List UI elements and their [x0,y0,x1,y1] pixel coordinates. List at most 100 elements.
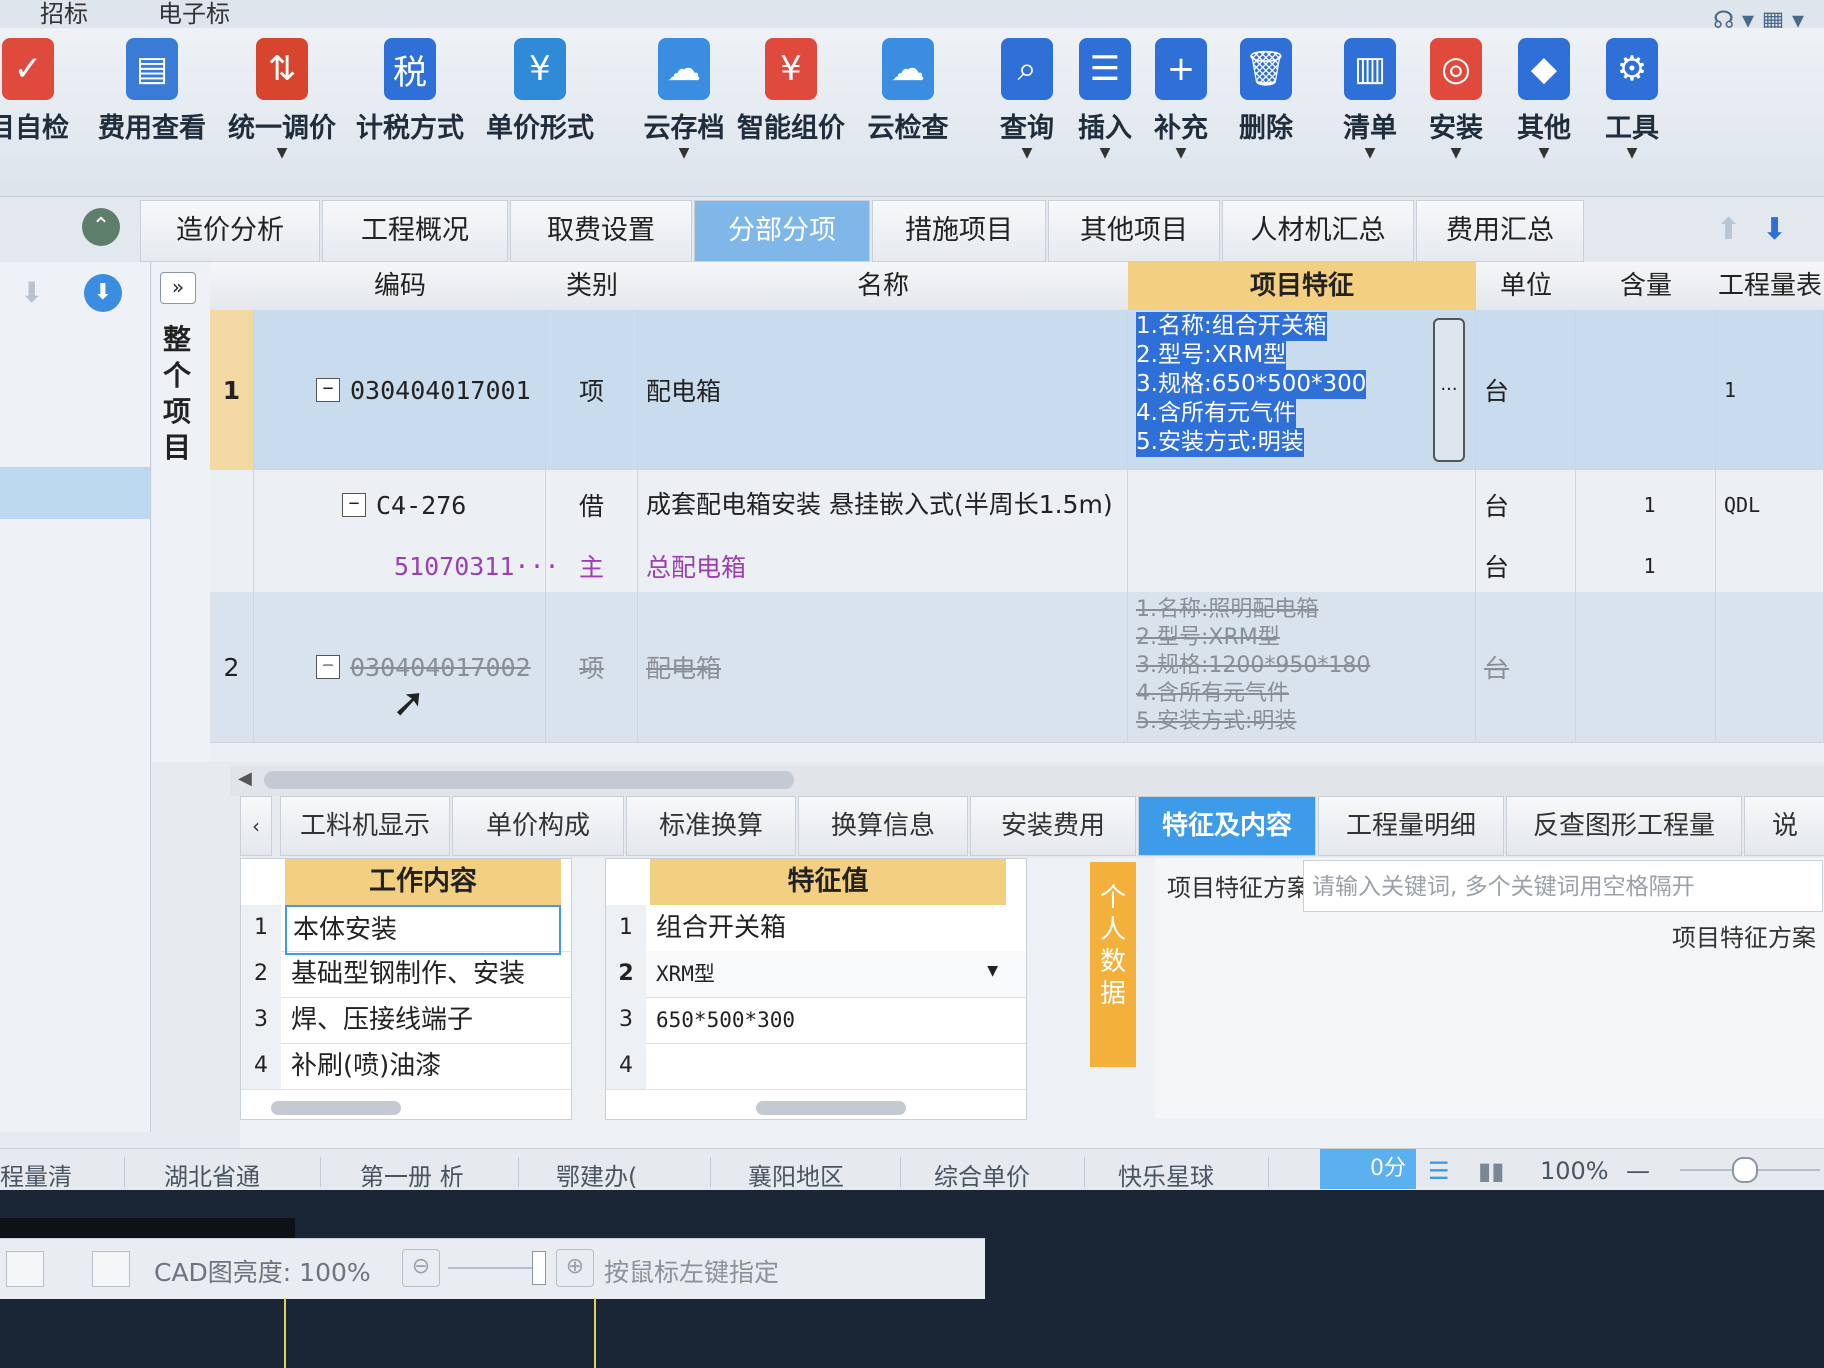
unit-column-header[interactable]: 单位 [1476,262,1577,311]
feature-column-header[interactable]: 项目特征 [1128,262,1477,311]
table-row[interactable]: 1 −030404017001 项 配电箱 1.名称:组合开关箱 2.型号:XR… [210,310,1824,471]
tab-project-overview[interactable]: 工程概况 [322,200,508,262]
material-type: 主 [546,540,638,592]
tab-install-fee[interactable]: 安装费用 [970,796,1136,856]
whole-project-label[interactable]: 整个项目 [162,322,192,466]
zoom-slider-handle[interactable] [1732,1157,1758,1183]
work-content-table: 工作内容 1 本体安装 2 基础型钢制作、安装 3 焊、压接线端子 4 补刷(喷)油漆 [240,858,572,1120]
list-item[interactable]: 2 XRM型 ▼ [606,951,1026,998]
tab-quantity-detail[interactable]: 工程量明细 [1318,796,1504,856]
tab-reverse-lookup[interactable]: 反查图形工程量 [1506,796,1742,856]
trash-icon: 🗑 [1240,38,1292,100]
list-item[interactable]: 1 本体安装 [241,905,571,955]
table-row[interactable]: − C4-276 借 成套配电箱安装 悬挂嵌入式(半周长1.5m) 台 1 QDL [210,470,1824,541]
quota-code: C4-276 [376,490,467,520]
window-icon[interactable] [6,1251,44,1287]
cloud-save-button[interactable]: ☁ 云存档 ▼ [636,38,732,161]
tab-measures[interactable]: 措施项目 [872,200,1046,262]
tab-cost-summary[interactable]: 费用汇总 [1416,200,1584,262]
expand-icon[interactable]: » [160,272,196,304]
tab-fee-settings[interactable]: 取费设置 [510,200,692,262]
tab-sub-items[interactable]: 分部分项 [694,200,870,262]
tab-other-items[interactable]: 其他项目 [1048,200,1220,262]
self-check-button[interactable]: ✓ 目自检 [0,38,69,145]
list-view-icon[interactable]: ☰ [1428,1157,1450,1185]
scheme-search-input[interactable]: 请输入关键词, 多个关键词用空格隔开 [1303,860,1823,912]
install-button[interactable]: ◎ 安装 ▼ [1418,38,1494,161]
feature-cell[interactable]: 1.名称:照明配电箱 2.型号:XRM型 3.规格:1200*950*180 4.含所… [1128,592,1476,742]
name-column-header[interactable]: 名称 [638,262,1129,311]
move-up-icon[interactable]: ⬆ [1716,212,1741,247]
work-content-scrollbar[interactable] [271,1101,401,1115]
list-item[interactable]: 4 [606,1043,1026,1090]
collapse-icon[interactable]: − [316,378,340,402]
tab-unit-price-composition[interactable]: 单价构成 [452,796,624,856]
tab-conversion-info[interactable]: 换算信息 [798,796,968,856]
list-item[interactable]: 1 组合开关箱 [606,905,1026,952]
tax-method-button[interactable]: 税计税方式 [350,38,470,145]
other-button[interactable]: ◆ 其他 ▼ [1506,38,1582,161]
quota-quantity[interactable]: 1 [1576,470,1716,540]
left-navigation: ⬇ ⬇ [0,262,151,1132]
tab-cost-analysis[interactable]: 造价分析 [140,200,320,262]
split-view-icon[interactable]: ▮▮ [1478,1157,1504,1185]
mouse-cursor-icon: ➚ [392,680,426,726]
scroll-left-icon[interactable]: ◀ [238,768,252,789]
collapse-icon[interactable]: − [316,655,340,679]
feature-cell[interactable]: 1.名称:组合开关箱 2.型号:XRM型 3.规格:650*500*300 4.… [1128,310,1476,470]
brightness-increase-icon[interactable]: ⊕ [556,1249,594,1287]
grid-horizontal-scrollbar[interactable]: ◀ [230,766,1824,796]
more-button[interactable]: ··· [1433,318,1465,462]
unit-price-form-button[interactable]: ¥ 单价形式 [478,38,602,145]
feature-value-scrollbar[interactable] [756,1101,906,1115]
list-item[interactable]: 2 基础型钢制作、安装 [241,951,571,998]
delete-button[interactable]: 🗑 删除 [1228,38,1304,145]
quantity-column-header[interactable]: 含量 [1576,262,1717,311]
zoom-out-icon[interactable]: — [1626,1157,1650,1185]
list-item[interactable]: 3 焊、压接线端子 [241,997,571,1044]
quota-name: 成套配电箱安装 悬挂嵌入式(半周长1.5m) [638,470,1128,540]
cost-view-button[interactable]: ▤ 费用查看 [92,38,212,145]
query-button[interactable]: ⌕ 查询 ▼ [992,38,1062,161]
code-column-header[interactable]: 编码 [254,262,547,311]
cloud-check-button[interactable]: ☁ 云检查 [860,38,956,145]
tabs-scroll-left-icon[interactable]: ‹ [240,796,272,856]
type-column-header[interactable]: 类别 [546,262,639,311]
tab-instructions[interactable]: 说 [1744,796,1824,856]
item-expression[interactable]: 1 [1716,310,1824,470]
menu-item-electronic-bid[interactable]: 电子标 [158,0,230,29]
score-badge[interactable]: 0分 [1320,1149,1416,1189]
arrow-down-icon[interactable]: ⬇ [20,276,43,309]
table-row[interactable]: 51070311··· 主 总配电箱 台 1 [210,540,1824,593]
tab-labor-material-display[interactable]: 工料机显示 [280,796,450,856]
bill-list-button[interactable]: ▥ 清单 ▼ [1332,38,1408,161]
smart-pricing-button[interactable]: ¥ 智能组价 [734,38,848,145]
download-icon[interactable]: ⬇ [84,274,122,312]
move-down-icon[interactable]: ⬇ [1762,212,1787,247]
menu-item-bid[interactable]: 招标 [40,0,88,29]
dropdown-arrow-icon[interactable]: ▼ [987,963,998,979]
brightness-decrease-icon[interactable]: ⊖ [402,1249,440,1287]
unified-price-button[interactable]: ⇅ 统一调价 ▼ [222,38,342,161]
selected-tree-node[interactable] [0,467,150,519]
tab-labor-material-summary[interactable]: 人材机汇总 [1222,200,1414,262]
material-quantity[interactable]: 1 [1576,540,1716,592]
tab-features-content[interactable]: 特征及内容 [1138,796,1316,856]
list-item[interactable]: 3 650*500*300 [606,997,1026,1044]
list-item[interactable]: 4 补刷(喷)油漆 [241,1043,571,1090]
brightness-slider[interactable] [448,1267,538,1269]
app-window: 招标 电子标 ☊ ▾ ▦ ▾ ✓ 目自检 ▤ 费用查看 ⇅ 统一调价 ▼ 税计税方式 ¥… [0,0,1824,1190]
tools-button[interactable]: ⚙ 工具 ▼ [1594,38,1670,161]
collapse-icon[interactable]: − [342,493,366,517]
curve-icon[interactable] [92,1251,130,1287]
insert-button[interactable]: ☰ 插入 ▼ [1070,38,1140,161]
personal-data-tab[interactable]: 个人数据 [1090,862,1136,1067]
supplement-button[interactable]: + 补充 ▼ [1146,38,1216,161]
scrollbar-thumb[interactable] [264,771,794,789]
quota-expression[interactable]: QDL [1716,470,1824,540]
table-row[interactable]: 2 −030404017002 项 配电箱 1.名称:照明配电箱 2.型号:XRM… [210,592,1824,743]
collapse-up-icon[interactable]: ⌃ [82,208,120,246]
brightness-slider-handle[interactable] [532,1251,546,1285]
expression-column-header[interactable]: 工程量表达 [1716,262,1824,311]
tab-standard-conversion[interactable]: 标准换算 [626,796,796,856]
